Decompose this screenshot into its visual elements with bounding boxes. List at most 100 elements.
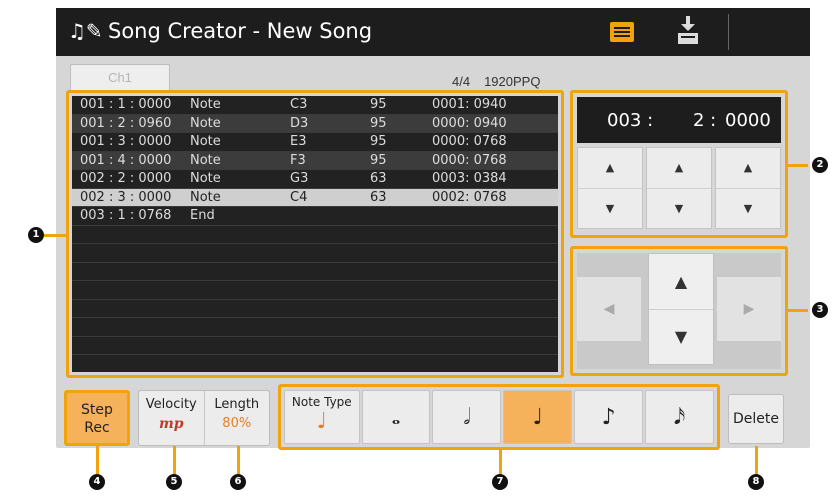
delete-button[interactable]: Delete: [728, 394, 784, 444]
empty-row: [72, 226, 558, 244]
callout-line-5: [173, 446, 176, 474]
velocity-value: mp: [158, 416, 184, 432]
half-note-icon: 𝅗𝅥: [463, 404, 471, 430]
cursor-nav: ◀ ▲ ▼ ▶: [577, 253, 781, 369]
callout-4: 4: [89, 474, 105, 490]
bar-down-button[interactable]: ▼: [578, 187, 642, 229]
position-tick: 0000: [725, 110, 771, 131]
event-velocity: 63: [370, 171, 387, 187]
beat-up-button[interactable]: ▲: [647, 148, 711, 188]
note-type-frame: Note Type ♩ 𝅝 𝅗𝅥 ♩ ♪ 𝅘𝅥𝅯: [278, 384, 720, 450]
callout-1: 1: [28, 227, 44, 243]
callout-8: 8: [748, 474, 764, 490]
callout-line-1: [44, 234, 66, 237]
event-length: 0001: 0940: [432, 97, 507, 113]
callout-line-8: [755, 446, 758, 474]
tick-down-button[interactable]: ▼: [716, 187, 780, 229]
save-icon[interactable]: [676, 16, 700, 48]
quarter-note-icon: ♩: [532, 404, 543, 430]
empty-row: [72, 244, 558, 263]
eighth-note-button[interactable]: ♪: [574, 390, 644, 444]
sixteenth-note-icon: 𝅘𝅥𝅯: [673, 404, 686, 430]
position-display: 003 : 2 : 0000: [577, 97, 781, 143]
cursor-right-button[interactable]: ▶: [717, 277, 781, 341]
event-row-selected[interactable]: 002 : 3 : 0000 Note C4 63 0002: 0768: [72, 188, 558, 207]
event-velocity: 95: [370, 152, 387, 168]
callout-line-7: [499, 450, 502, 474]
event-position: 003 : 1 : 0768: [80, 208, 172, 224]
ppq-value: 1920PPQ: [484, 74, 541, 89]
event-length: 0000: 0940: [432, 115, 507, 131]
length-button[interactable]: Length 80%: [203, 391, 270, 445]
event-row[interactable]: 001 : 2 : 0960 Note D3 95 0000: 0940: [72, 114, 558, 133]
title-bar: ♫✎ Song Creator - New Song: [56, 8, 810, 56]
event-row[interactable]: 001 : 4 : 0000 Note F3 95 0000: 0768: [72, 151, 558, 170]
whole-note-button[interactable]: 𝅝: [361, 390, 431, 444]
song-creator-icon: ♫✎: [68, 19, 103, 43]
event-note: C4: [290, 189, 308, 205]
cursor-down-button[interactable]: ▼: [649, 308, 713, 365]
quarter-note-icon: ♩: [316, 409, 327, 434]
beat-spinner: ▲ ▼: [646, 147, 712, 229]
tick-up-button[interactable]: ▲: [716, 148, 780, 188]
event-type: Note: [190, 171, 221, 187]
list-icon[interactable]: [610, 22, 634, 42]
beat-down-button[interactable]: ▼: [647, 187, 711, 229]
empty-row: [72, 337, 558, 355]
velocity-label: Velocity: [145, 397, 197, 412]
position-bar: 003 :: [607, 110, 654, 131]
step-rec-label-1: Step: [81, 402, 113, 418]
event-note: G3: [290, 171, 309, 187]
velocity-button[interactable]: Velocity mp: [139, 391, 204, 445]
event-length: 0000: 0768: [432, 152, 507, 168]
event-type: Note: [190, 115, 221, 131]
bar-up-button[interactable]: ▲: [578, 148, 642, 188]
half-note-button[interactable]: 𝅗𝅥: [432, 390, 502, 444]
event-velocity: 95: [370, 115, 387, 131]
event-note: D3: [290, 115, 309, 131]
callout-line-6: [237, 446, 240, 474]
tab-ch1[interactable]: Ch1: [70, 64, 170, 90]
event-list[interactable]: 001 : 1 : 0000 Note C3 95 0001: 0940 001…: [72, 96, 558, 372]
event-row[interactable]: 003 : 1 : 0768 End: [72, 207, 558, 226]
event-position: 002 : 3 : 0000: [80, 189, 172, 205]
event-type: End: [190, 208, 215, 224]
event-position: 001 : 4 : 0000: [80, 152, 172, 168]
callout-5: 5: [166, 474, 182, 490]
empty-row: [72, 281, 558, 300]
note-type-button[interactable]: Note Type ♩: [284, 390, 360, 444]
velocity-length-group: Velocity mp Length 80%: [138, 390, 270, 446]
window-title: Song Creator - New Song: [108, 19, 373, 43]
event-type: Note: [190, 134, 221, 150]
callout-line-3: [788, 309, 808, 312]
note-type-label: Note Type: [291, 395, 352, 409]
step-rec-label-2: Rec: [84, 420, 110, 436]
callout-3: 3: [812, 302, 828, 318]
event-velocity: 95: [370, 97, 387, 113]
event-position: 001 : 2 : 0960: [80, 115, 172, 131]
tick-spinner: ▲ ▼: [715, 147, 781, 229]
cursor-up-button[interactable]: ▲: [649, 254, 713, 309]
event-position: 001 : 1 : 0000: [80, 97, 172, 113]
event-note: E3: [290, 134, 307, 150]
event-length: 0000: 0768: [432, 134, 507, 150]
time-signature: 4/4: [452, 74, 471, 89]
cursor-left-button[interactable]: ◀: [577, 277, 641, 341]
position-beat: 2 :: [693, 110, 717, 131]
eighth-note-icon: ♪: [601, 404, 616, 430]
event-velocity: 63: [370, 189, 387, 205]
step-rec-button[interactable]: Step Rec: [64, 390, 130, 446]
whole-note-icon: 𝅝: [391, 404, 401, 430]
empty-row: [72, 263, 558, 281]
event-row[interactable]: 002 : 2 : 0000 Note G3 63 0003: 0384: [72, 170, 558, 189]
event-row[interactable]: 001 : 3 : 0000 Note E3 95 0000: 0768: [72, 133, 558, 152]
title-separator: [728, 14, 729, 50]
callout-7: 7: [492, 474, 508, 490]
event-length: 0003: 0384: [432, 171, 507, 187]
callout-6: 6: [230, 474, 246, 490]
event-position: 002 : 2 : 0000: [80, 171, 172, 187]
event-row[interactable]: 001 : 1 : 0000 Note C3 95 0001: 0940: [72, 96, 558, 115]
sixteenth-note-button[interactable]: 𝅘𝅥𝅯: [645, 390, 715, 444]
quarter-note-button[interactable]: ♩: [503, 390, 573, 444]
event-type: Note: [190, 152, 221, 168]
